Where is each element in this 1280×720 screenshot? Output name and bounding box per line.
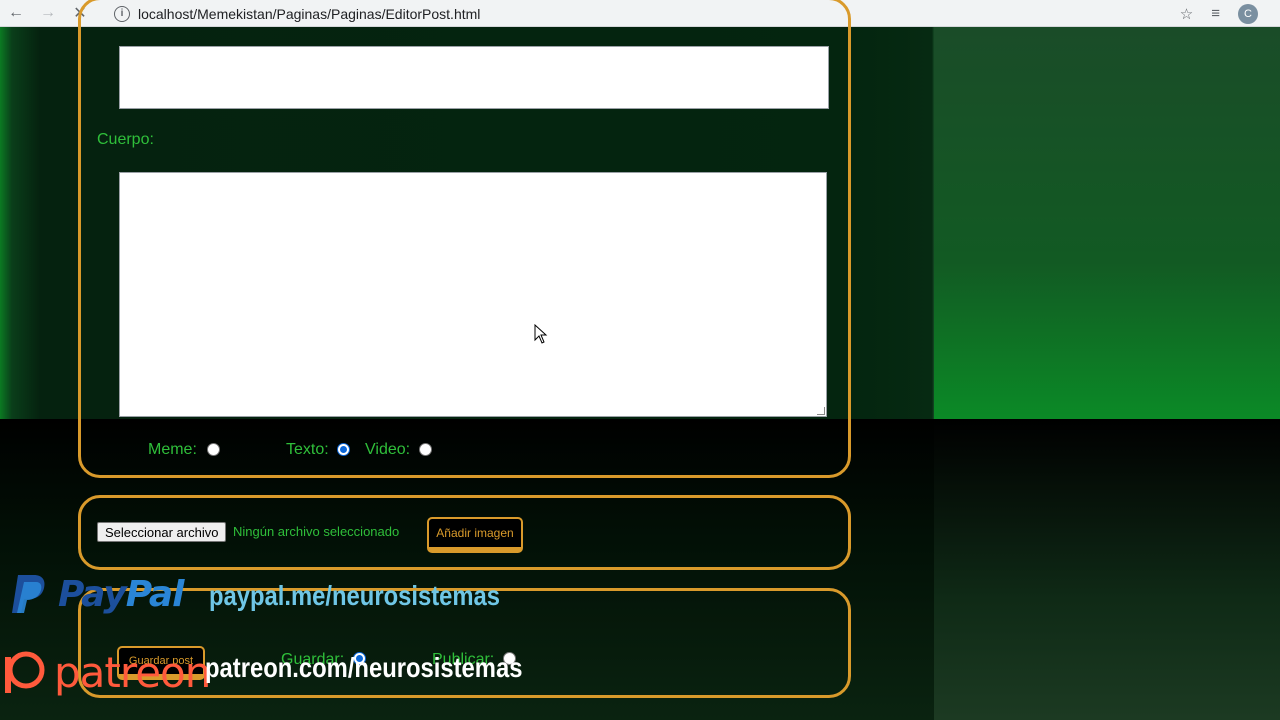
texto-label: Texto: xyxy=(286,441,329,458)
video-label: Video: xyxy=(365,441,411,458)
background-top-right xyxy=(934,27,1280,419)
avatar[interactable]: C xyxy=(1238,3,1258,24)
meme-label: Meme: xyxy=(148,441,197,458)
back-arrow-icon[interactable]: ← xyxy=(0,0,32,27)
paypal-watermark: PayPal xyxy=(8,572,185,616)
forward-arrow-icon[interactable]: → xyxy=(32,0,64,27)
add-image-button[interactable]: Añadir imagen xyxy=(427,517,523,553)
resize-handle-icon[interactable] xyxy=(817,407,825,415)
media-queue-icon[interactable]: ≡ xyxy=(1211,5,1220,22)
patreon-url-text: patreon.com/neurosistemas xyxy=(205,652,523,683)
file-status-text: Ningún archivo seleccionado xyxy=(233,524,400,539)
meme-radio[interactable] xyxy=(207,443,220,456)
page-content: Cuerpo: Meme: Texto: Video: Seleccionar … xyxy=(0,0,1280,720)
patreon-logo-icon xyxy=(5,651,45,693)
patreon-watermark: patreon xyxy=(2,647,211,697)
paypal-logo-text: PayPal xyxy=(58,573,185,615)
choose-file-button[interactable]: Seleccionar archivo xyxy=(97,522,227,542)
title-input[interactable] xyxy=(119,46,829,109)
paypal-url-text: paypal.me/neurosistemas xyxy=(209,580,501,611)
paypal-logo-icon xyxy=(12,575,45,613)
body-label: Cuerpo: xyxy=(97,131,154,148)
patreon-logo-text: patreon xyxy=(54,647,211,697)
texto-radio[interactable] xyxy=(337,443,350,456)
video-radio[interactable] xyxy=(419,443,432,456)
star-icon[interactable]: ☆ xyxy=(1180,5,1193,23)
background-bottom-right xyxy=(934,419,1280,720)
paypal-logo-part-b: Pal xyxy=(125,573,185,615)
body-textarea[interactable] xyxy=(119,172,827,417)
paypal-logo-part-a: Pay xyxy=(58,573,127,615)
mouse-cursor-icon xyxy=(534,324,548,344)
